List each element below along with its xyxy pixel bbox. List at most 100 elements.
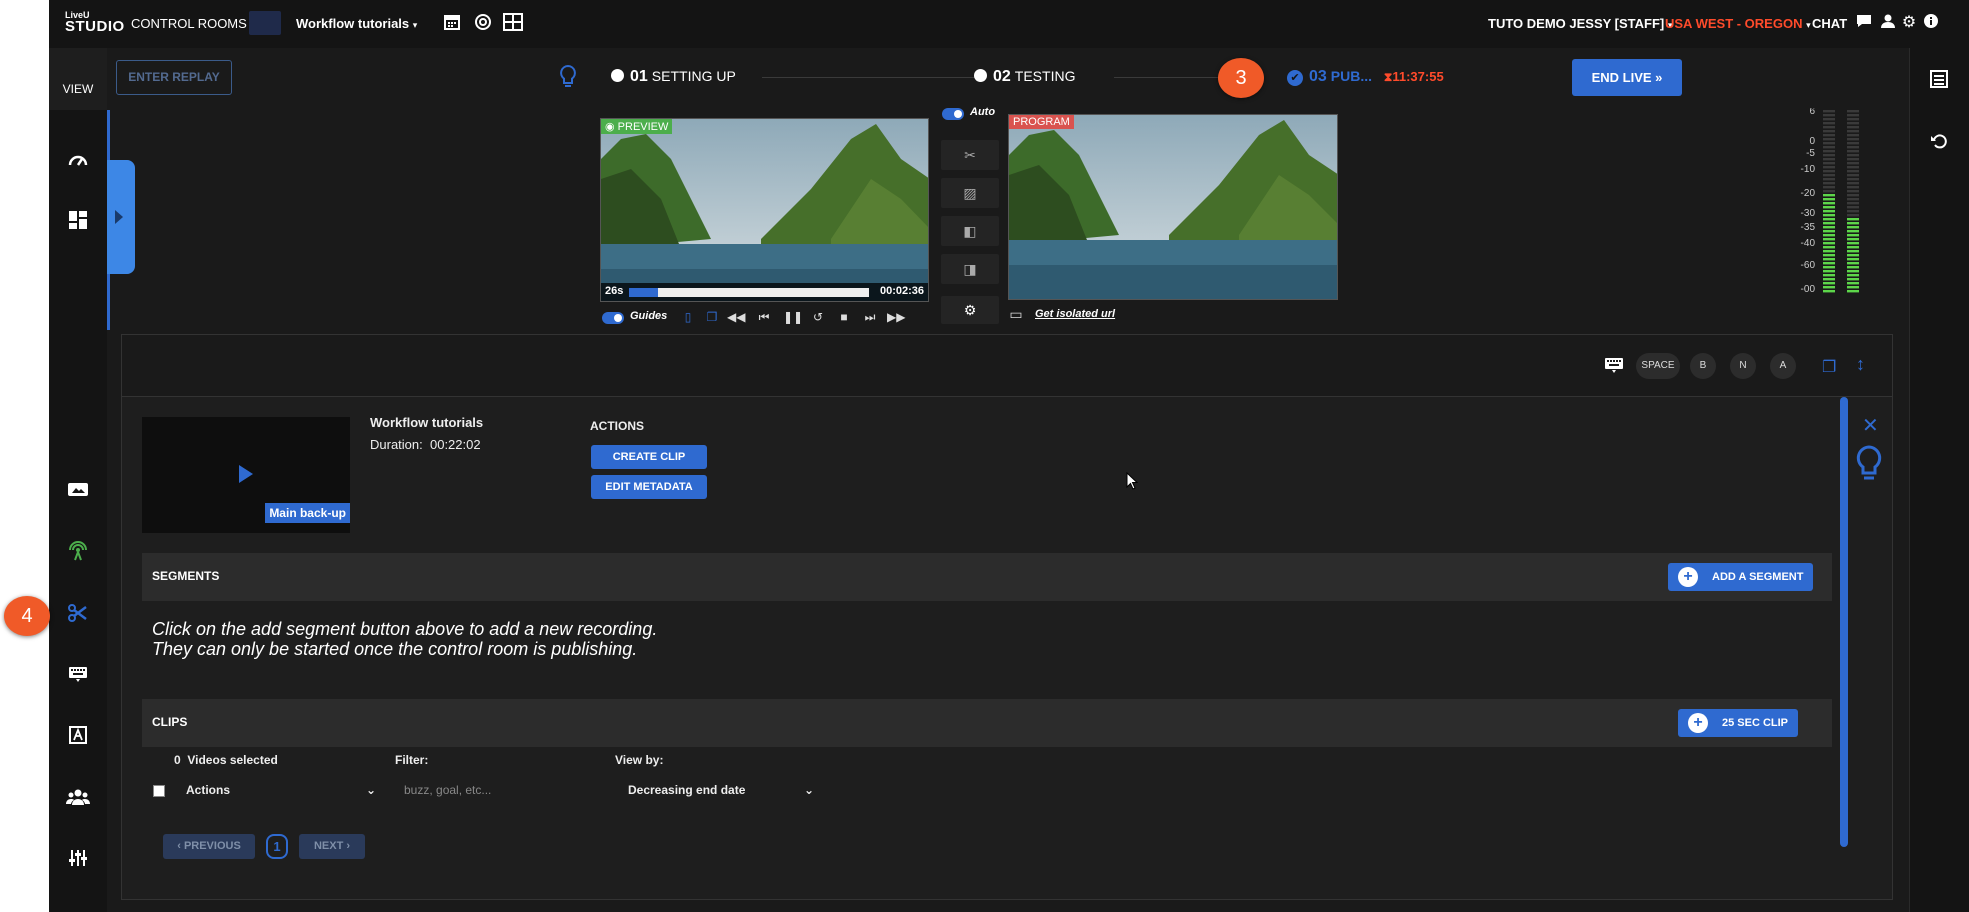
replay-icon[interactable]: ↺	[809, 308, 827, 326]
meter-segment	[1823, 286, 1835, 289]
layout-icon[interactable]	[503, 13, 523, 33]
close-icon[interactable]: ✕	[1862, 413, 1879, 438]
next-frame-icon[interactable]: ⏭	[861, 308, 879, 326]
edit-metadata-button[interactable]: EDIT METADATA	[591, 475, 707, 499]
step-label: SETTING UP	[651, 68, 736, 84]
region-selector[interactable]: USA WEST - OREGON ▾	[1665, 16, 1811, 31]
filter-input[interactable]: buzz, goal, etc...	[404, 783, 491, 797]
layouts-grid-icon[interactable]	[66, 211, 90, 235]
program-monitor[interactable]: PROGRAM	[1008, 114, 1338, 300]
preview-scrubber[interactable]: 26s 00:02:36	[601, 283, 928, 301]
fade-out-transition-button[interactable]: ◨	[941, 254, 999, 284]
step-testing[interactable]: 02 TESTING	[974, 68, 1075, 86]
preview-badge: ◉ PREVIEW	[601, 119, 673, 134]
pause-icon[interactable]: ❚❚	[783, 308, 803, 326]
auto-toggle[interactable]	[942, 108, 964, 120]
meter-segment	[1847, 262, 1859, 265]
meter-segment	[1847, 254, 1859, 257]
guests-group-icon[interactable]	[66, 788, 90, 812]
keyboard-shortcuts-icon[interactable]	[1604, 357, 1624, 380]
control-rooms-link[interactable]: CONTROL ROOMS	[131, 16, 247, 31]
preview-monitor[interactable]: ◉ PREVIEW 26s 00:02:36	[600, 118, 929, 302]
popout-window-icon[interactable]: ❐	[1822, 357, 1836, 377]
step-setting-up[interactable]: 01 SETTING UP	[611, 68, 736, 86]
meter-segment	[1847, 250, 1859, 253]
fade-transition-button[interactable]: ◧	[941, 216, 999, 246]
lightbulb-hint-icon[interactable]	[559, 64, 577, 95]
notes-list-icon[interactable]	[1930, 70, 1948, 93]
end-live-button[interactable]: END LIVE »	[1572, 59, 1682, 96]
create-clip-button[interactable]: CREATE CLIP	[591, 445, 707, 469]
sidebar-view-tab[interactable]: VIEW	[49, 48, 107, 110]
next-page-button[interactable]: NEXT ›	[299, 834, 365, 859]
stop-icon[interactable]: ■	[835, 308, 853, 326]
scissors-clips-icon[interactable]	[66, 603, 90, 627]
view-by-select[interactable]: Decreasing end date ⌄	[628, 783, 814, 797]
cut-transition-button[interactable]: ✂	[941, 140, 999, 170]
previous-page-button[interactable]: ‹ PREVIOUS	[163, 834, 255, 859]
meter-segment	[1823, 274, 1835, 277]
get-isolated-url-link[interactable]: Get isolated url	[1035, 308, 1115, 320]
play-icon[interactable]	[239, 465, 253, 483]
calendar-icon[interactable]	[442, 13, 462, 33]
info-icon[interactable]	[1921, 13, 1941, 33]
select-all-checkbox[interactable]	[153, 785, 165, 797]
mobile-view-icon[interactable]: ▯	[679, 308, 697, 326]
view-label: VIEW	[62, 82, 94, 96]
meter-segment	[1847, 178, 1859, 181]
gear-icon[interactable]: ⚙	[1899, 13, 1919, 33]
text-graphics-icon[interactable]	[66, 726, 90, 750]
rewind-icon[interactable]: ◀◀	[727, 308, 745, 326]
chevron-down-icon: ▾	[1806, 20, 1811, 30]
broadcast-antenna-icon[interactable]	[66, 541, 90, 565]
scrub-progress	[629, 288, 658, 297]
wipe-transition-button[interactable]: ▨	[941, 178, 999, 208]
meter-segment	[1847, 118, 1859, 121]
meter-segment	[1847, 238, 1859, 241]
fast-forward-icon[interactable]: ▶▶	[887, 308, 905, 326]
user-icon[interactable]	[1878, 13, 1898, 33]
add-segment-button[interactable]: + ADD A SEGMENT	[1668, 563, 1814, 591]
liveu-studio-logo[interactable]: LiveU STUDIO	[65, 10, 125, 38]
chevron-down-icon: ⌄	[803, 783, 814, 797]
undo-history-icon[interactable]	[1930, 132, 1948, 155]
pattern-icon: ▨	[963, 185, 977, 201]
step-publishing[interactable]: ✔ 03 PUB... ⧗11:37:55	[1287, 68, 1444, 86]
chat-bubble-icon[interactable]	[1854, 13, 1874, 33]
shortcut-a[interactable]: A	[1770, 353, 1796, 379]
user-menu[interactable]: TUTO DEMO JESSY [STAFF] ▾	[1488, 16, 1672, 31]
shortcut-n[interactable]: N	[1730, 353, 1756, 379]
monitor-icon: ▭	[1009, 306, 1023, 322]
logo-big-text: STUDIO	[65, 18, 125, 35]
help-lifebuoy-icon[interactable]	[473, 13, 493, 33]
audio-mixer-icon[interactable]	[66, 849, 90, 873]
lightbulb-hint-icon[interactable]	[1856, 445, 1882, 488]
transition-settings-button[interactable]: ⚙	[941, 296, 999, 324]
meter-segment	[1823, 122, 1835, 125]
dashboard-gauge-icon[interactable]	[66, 150, 90, 174]
meter-segment	[1823, 218, 1835, 221]
enter-replay-button[interactable]: ENTER REPLAY	[116, 60, 232, 95]
recording-thumbnail[interactable]: Main back-up	[142, 417, 350, 533]
keyboard-icon[interactable]	[66, 664, 90, 688]
step-label: TESTING	[1014, 68, 1076, 84]
resize-vertical-icon[interactable]: ↕	[1856, 354, 1865, 375]
workflow-dropdown[interactable]: Workflow tutorials ▾	[296, 16, 417, 31]
clips-panel: SPACE B N A ❐ ↕ Main back-up Workflow tu…	[121, 334, 1893, 900]
multiview-icon[interactable]: ❐	[703, 308, 721, 326]
previous-frame-icon[interactable]: ⏮	[755, 308, 773, 326]
add-25-sec-clip-button[interactable]: +25 SEC CLIP	[1678, 709, 1799, 737]
meter-segment	[1823, 138, 1835, 141]
video-sources-icon[interactable]	[66, 480, 90, 504]
page-number[interactable]: 1	[266, 834, 288, 859]
step-connector	[762, 77, 981, 78]
shortcut-b[interactable]: B	[1690, 353, 1716, 379]
guides-toggle[interactable]	[602, 312, 624, 324]
chat-link[interactable]: CHAT	[1812, 16, 1847, 31]
actions-select[interactable]: Actions ⌄	[186, 783, 376, 797]
scrub-track[interactable]	[629, 288, 869, 297]
expand-panel-tab[interactable]	[107, 160, 135, 274]
shortcut-space[interactable]: SPACE	[1636, 353, 1680, 379]
panel-scrollbar[interactable]	[1840, 397, 1848, 847]
program-video-frame	[1009, 115, 1337, 299]
